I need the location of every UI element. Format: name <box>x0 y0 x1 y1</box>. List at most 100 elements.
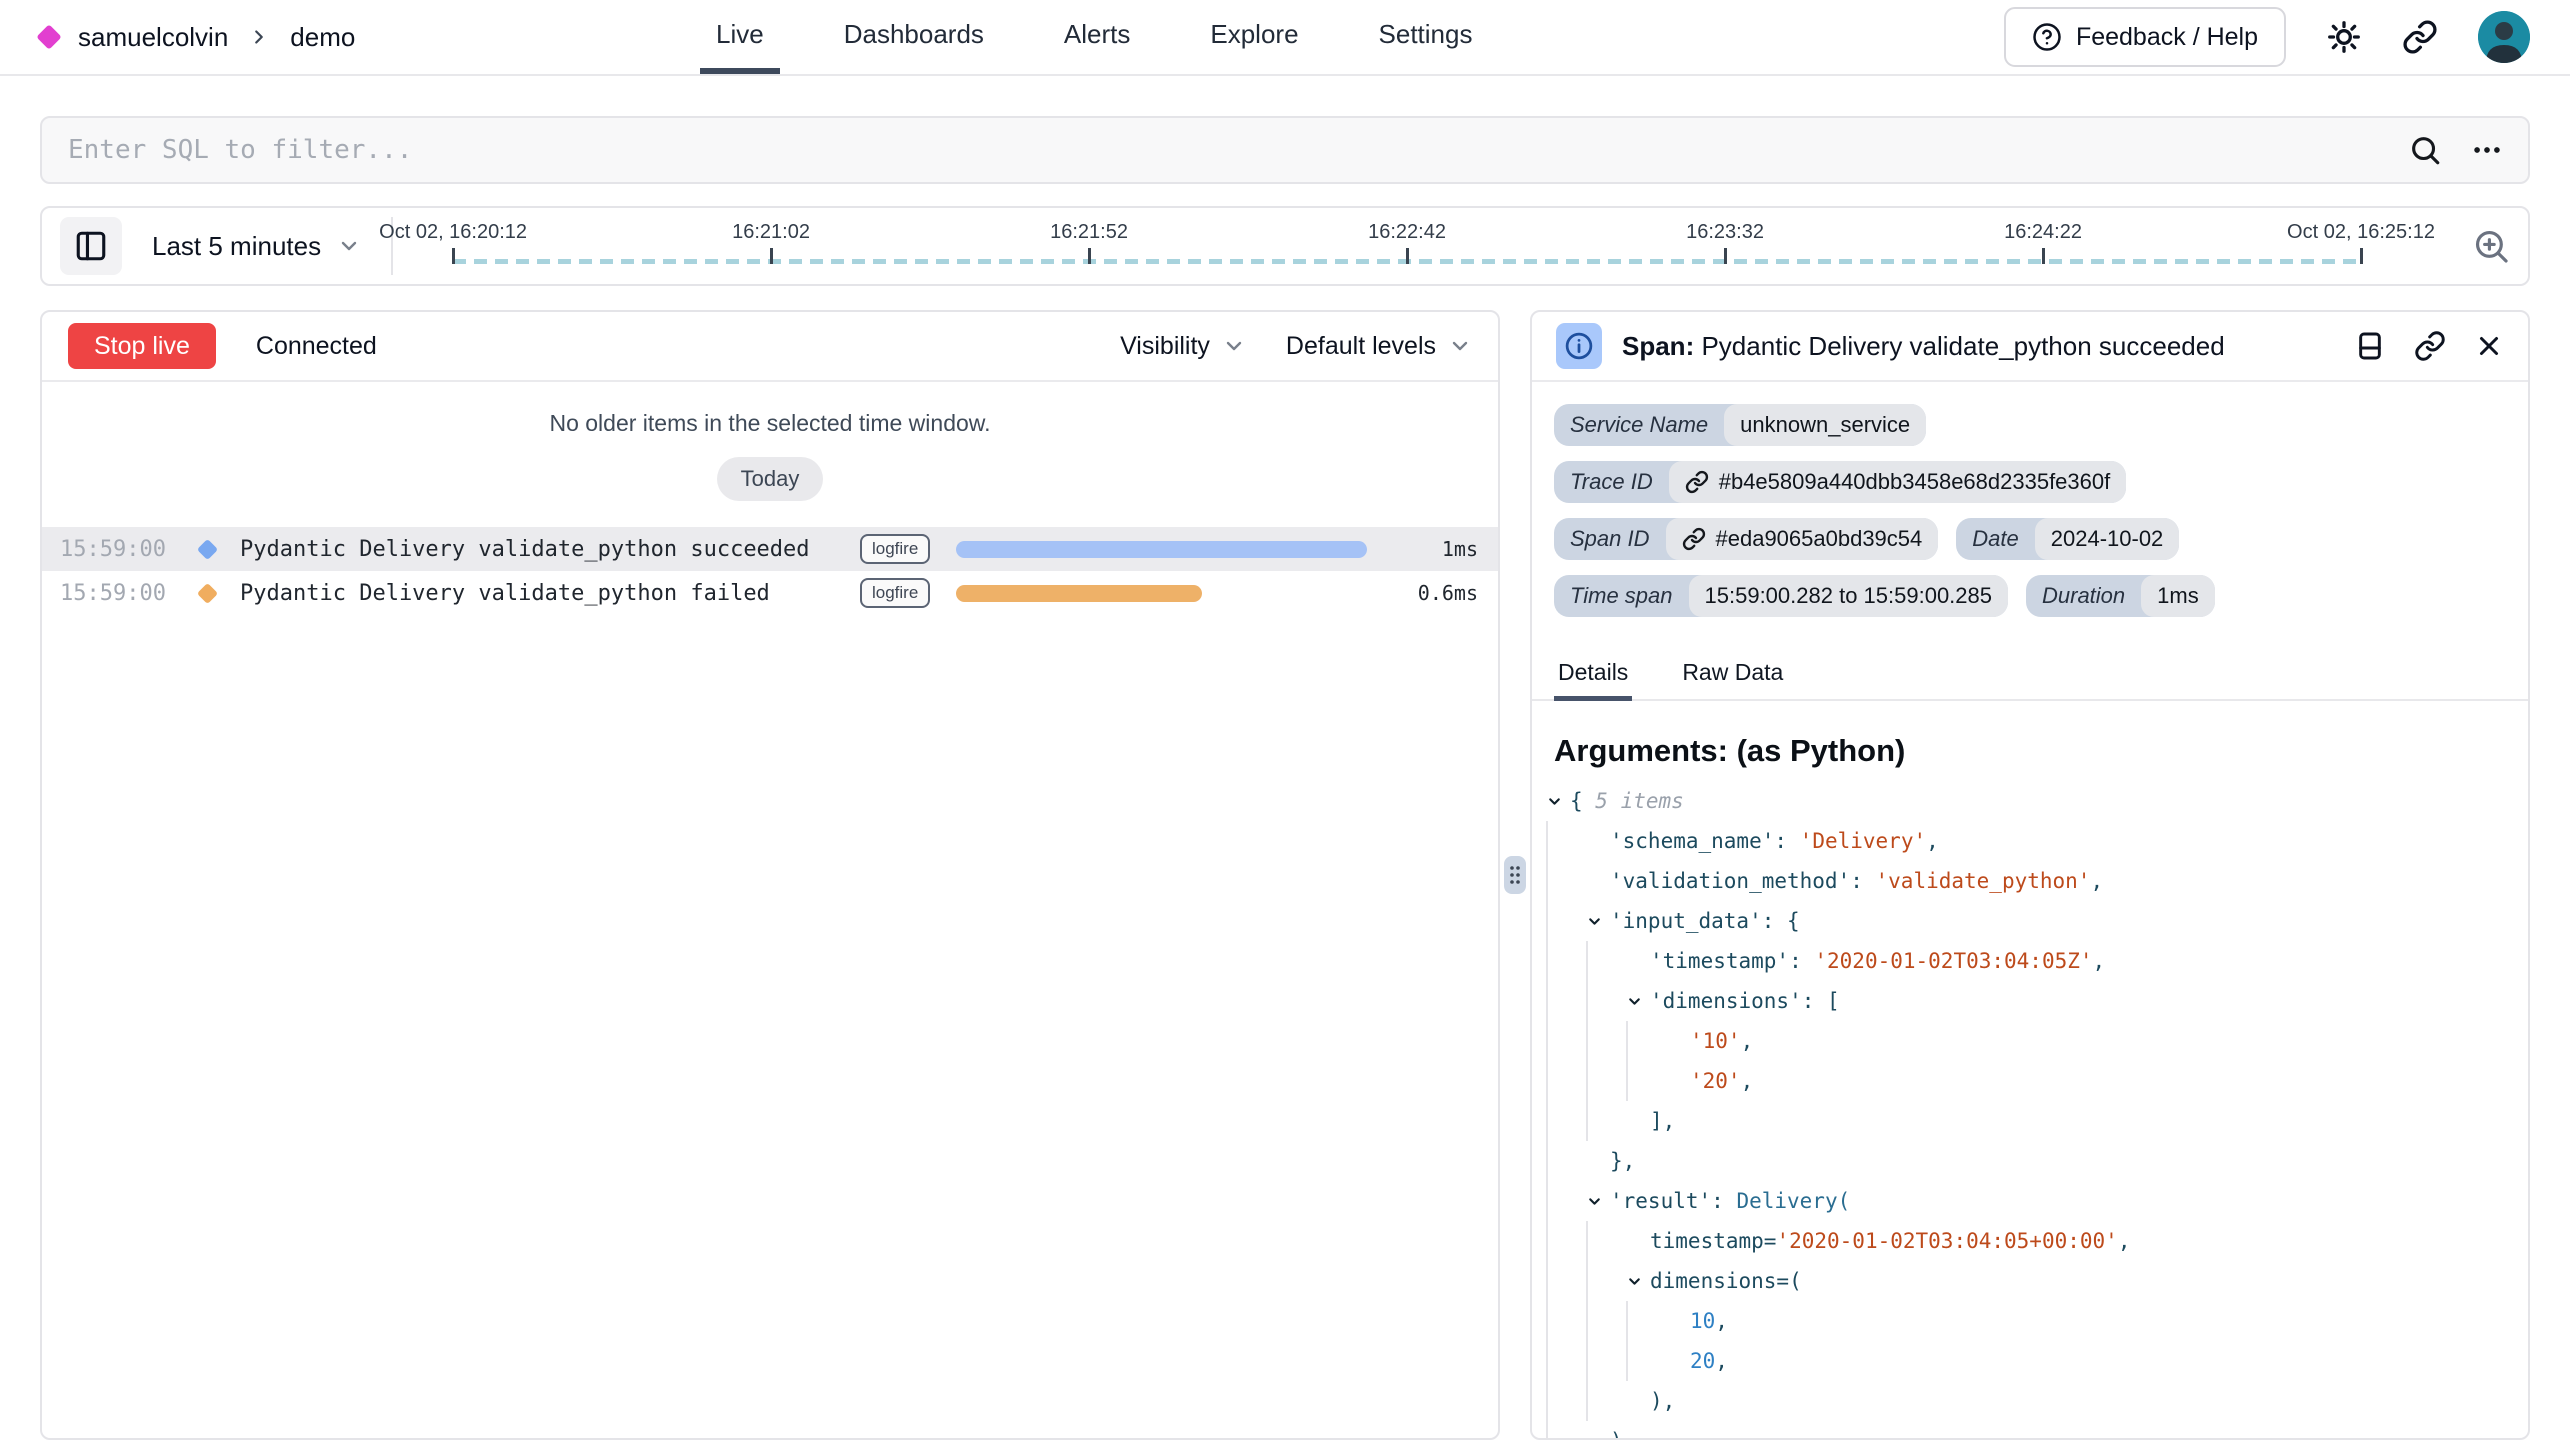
span-panel-header: Span: Pydantic Delivery validate_python … <box>1532 312 2528 382</box>
tree-token-cls: Delivery( <box>1736 1189 1850 1213</box>
metadata-badge-span-id: Span ID#eda9065a0bd39c54 <box>1554 518 1938 560</box>
collapse-toggle[interactable] <box>1626 993 1650 1010</box>
timeline-zoom-button[interactable] <box>2472 227 2510 265</box>
time-range-label: Last 5 minutes <box>152 231 321 262</box>
panel-resize-handle[interactable] <box>1504 856 1526 894</box>
sidebar-toggle-button[interactable] <box>60 217 122 275</box>
indent-guide <box>1546 1221 1586 1261</box>
chevron-down-icon[interactable] <box>1626 993 1643 1010</box>
indent-guide <box>1546 1141 1586 1181</box>
tree-token-str: 'Delivery' <box>1800 829 1926 853</box>
collapse-toggle[interactable] <box>1586 913 1610 930</box>
nav-tab-dashboards[interactable]: Dashboards <box>828 0 1000 74</box>
chevron-down-icon[interactable] <box>1626 1273 1643 1290</box>
indent-guide <box>1546 1021 1586 1061</box>
indent-guide <box>1586 981 1626 1021</box>
tree-line: '10', <box>1546 1021 2514 1061</box>
tree-token-key: 'result' <box>1610 1189 1711 1213</box>
tree-line: 'input_data': { <box>1546 901 2514 941</box>
indent-guide <box>1586 1261 1626 1301</box>
arguments-tree: { 5 items'schema_name': 'Delivery','vali… <box>1532 781 2528 1440</box>
reader-icon <box>2354 330 2386 362</box>
empty-window-message: No older items in the selected time wind… <box>42 410 1498 437</box>
metadata-badge-time-span: Time span15:59:00.282 to 15:59:00.285 <box>1554 575 2008 617</box>
log-row[interactable]: 15:59:00Pydantic Delivery validate_pytho… <box>42 571 1498 615</box>
breadcrumb-org[interactable]: samuelcolvin <box>78 22 228 53</box>
time-range-select[interactable]: Last 5 minutes <box>122 231 391 262</box>
logfire-logo-icon <box>36 24 61 49</box>
badge-value[interactable]: #b4e5809a440dbb3458e68d2335fe360f <box>1669 461 2127 503</box>
badge-label: Service Name <box>1554 404 1724 446</box>
nav-tab-settings[interactable]: Settings <box>1363 0 1489 74</box>
tree-line: }, <box>1546 1141 2514 1181</box>
tree-token-str: '10' <box>1690 1029 1741 1053</box>
close-icon <box>2474 331 2504 361</box>
badge-value: unknown_service <box>1724 404 1926 446</box>
log-tag[interactable]: logfire <box>860 578 930 608</box>
tree-token-punct: : <box>1711 1189 1736 1213</box>
tab-details[interactable]: Details <box>1554 645 1632 701</box>
info-icon <box>1556 323 1602 369</box>
badge-value[interactable]: #eda9065a0bd39c54 <box>1666 518 1939 560</box>
tree-token-punct: ), <box>1610 1429 1635 1440</box>
indent-guide <box>1626 1301 1666 1341</box>
today-badge[interactable]: Today <box>717 457 824 501</box>
log-duration: 0.6ms <box>1394 581 1478 605</box>
collapse-toggle[interactable] <box>1626 1273 1650 1290</box>
breadcrumb-project[interactable]: demo <box>290 22 355 53</box>
chevron-down-icon[interactable] <box>1586 1193 1603 1210</box>
collapse-toggle[interactable] <box>1586 1193 1610 1210</box>
visibility-label: Visibility <box>1120 332 1210 361</box>
indent-guide <box>1546 981 1586 1021</box>
main-content: Stop live Connected Visibility Default l… <box>40 310 2530 1440</box>
close-panel-button[interactable] <box>2474 331 2504 361</box>
indent-guide <box>1586 1381 1626 1421</box>
chevron-down-icon <box>337 234 361 258</box>
tree-token-punct: : <box>1850 869 1875 893</box>
collapse-toggle[interactable] <box>1546 793 1570 810</box>
tree-token-punct: , <box>2090 869 2103 893</box>
time-range-bar: Last 5 minutes Oct 02, 16:20:1216:21:021… <box>40 206 2530 286</box>
tree-token-str: '2020-01-02T03:04:05+00:00' <box>1776 1229 2117 1253</box>
span-diamond-icon <box>197 582 218 603</box>
tree-line: 'result': Delivery( <box>1546 1181 2514 1221</box>
log-row[interactable]: 15:59:00Pydantic Delivery validate_pytho… <box>42 527 1498 571</box>
nav-tab-live[interactable]: Live <box>700 0 780 74</box>
indent-guide <box>1546 1421 1586 1440</box>
link-icon <box>2414 330 2446 362</box>
indent-guide <box>1586 1061 1626 1101</box>
log-tag[interactable]: logfire <box>860 534 930 564</box>
chevron-down-icon[interactable] <box>1546 793 1563 810</box>
tree-token-punct: , <box>2093 949 2106 973</box>
tree-token-key: timestamp= <box>1650 1229 1776 1253</box>
tree-token-str: '2020-01-02T03:04:05Z' <box>1814 949 2092 973</box>
log-timestamp: 15:59:00 <box>60 537 200 562</box>
search-icon[interactable] <box>2408 133 2442 167</box>
reader-view-button[interactable] <box>2354 330 2386 362</box>
visibility-dropdown[interactable]: Visibility <box>1120 332 1246 361</box>
default-levels-dropdown[interactable]: Default levels <box>1286 332 1472 361</box>
timeline[interactable]: Oct 02, 16:20:1216:21:0216:21:5216:22:42… <box>393 208 2456 284</box>
breadcrumb: samuelcolvin demo <box>40 0 700 74</box>
stop-live-button[interactable]: Stop live <box>68 323 216 369</box>
chevron-down-icon[interactable] <box>1586 913 1603 930</box>
tree-line: '20', <box>1546 1061 2514 1101</box>
tab-raw-data[interactable]: Raw Data <box>1678 645 1787 701</box>
connection-status: Connected <box>256 332 377 361</box>
live-panel: Stop live Connected Visibility Default l… <box>40 310 1500 1440</box>
nav-tab-explore[interactable]: Explore <box>1194 0 1314 74</box>
nav-tab-alerts[interactable]: Alerts <box>1048 0 1146 74</box>
feedback-help-button[interactable]: Feedback / Help <box>2004 7 2286 67</box>
sun-icon <box>2326 19 2362 55</box>
indent-guide <box>1586 941 1626 981</box>
tree-line: dimensions=( <box>1546 1261 2514 1301</box>
sql-input[interactable] <box>66 134 2380 166</box>
tree-token-num: 20 <box>1690 1349 1715 1373</box>
more-options-icon[interactable] <box>2470 133 2504 167</box>
copy-link-button[interactable] <box>2414 330 2446 362</box>
grip-icon <box>1508 863 1522 887</box>
theme-toggle-button[interactable] <box>2326 19 2362 55</box>
share-link-button[interactable] <box>2402 19 2438 55</box>
tree-token-punct: , <box>1741 1069 1754 1093</box>
user-avatar[interactable] <box>2478 11 2530 63</box>
